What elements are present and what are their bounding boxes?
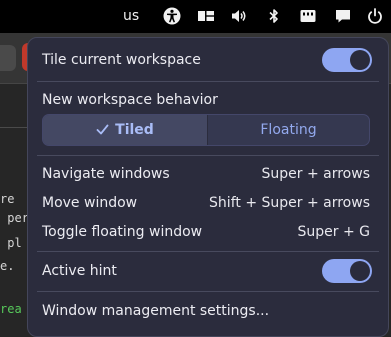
- tile-workspace-toggle[interactable]: [322, 48, 372, 72]
- new-workspace-behavior-heading: New workspace behavior: [42, 92, 218, 108]
- shortcut-row-move: Move window Shift + Super + arrows: [42, 192, 370, 214]
- keyboard-layout-indicator[interactable]: us: [123, 7, 139, 25]
- shortcut-row-toggle-floating: Toggle floating window Super + G: [42, 221, 370, 243]
- top-panel: us: [0, 0, 391, 33]
- accessibility-icon[interactable]: [163, 7, 181, 25]
- shortcut-keys: Shift + Super + arrows: [209, 195, 370, 211]
- settings-link-row[interactable]: Window management settings...: [42, 300, 370, 322]
- shortcut-label: Navigate windows: [42, 166, 170, 182]
- tile-workspace-row[interactable]: Tile current workspace: [42, 49, 370, 71]
- shortcut-label: Move window: [42, 195, 138, 211]
- bluetooth-icon[interactable]: [265, 7, 283, 25]
- network-icon[interactable]: [299, 7, 317, 25]
- background-code-line: pl: [0, 236, 22, 250]
- workspace-tiling-icon[interactable]: [197, 7, 215, 25]
- volume-icon[interactable]: [230, 7, 248, 25]
- background-code-line: e.: [0, 259, 15, 273]
- active-hint-row[interactable]: Active hint: [42, 260, 370, 282]
- window-management-settings-link[interactable]: Window management settings...: [42, 300, 269, 322]
- toggle-knob: [350, 261, 370, 281]
- tiled-option-label: Tiled: [115, 122, 154, 138]
- floating-option-button[interactable]: Floating: [208, 115, 369, 145]
- background-code-line: rea: [0, 302, 22, 316]
- window-management-menu: Tile current workspace New workspace beh…: [27, 37, 389, 337]
- menu-separator: [37, 291, 379, 292]
- background-code-line: re: [0, 192, 15, 206]
- checkmark-icon: [96, 116, 109, 145]
- shortcut-label: Toggle floating window: [42, 224, 203, 240]
- tile-workspace-label: Tile current workspace: [42, 52, 201, 68]
- workspace-behavior-selector: Tiled Floating: [42, 114, 370, 146]
- menu-separator: [37, 251, 379, 252]
- background-tab: [0, 45, 16, 71]
- tiled-option-button[interactable]: Tiled: [43, 115, 207, 145]
- shortcut-keys: Super + G: [297, 224, 371, 240]
- active-hint-toggle[interactable]: [322, 259, 372, 283]
- menu-separator: [37, 81, 379, 82]
- shortcut-row-navigate: Navigate windows Super + arrows: [42, 163, 370, 185]
- shortcut-keys: Super + arrows: [261, 166, 371, 182]
- background-divider: [0, 127, 30, 128]
- toggle-knob: [350, 50, 370, 70]
- new-workspace-heading-row: New workspace behavior: [42, 89, 370, 111]
- background-code-line: per: [0, 211, 29, 225]
- active-hint-label: Active hint: [42, 263, 117, 279]
- notifications-icon[interactable]: [334, 7, 352, 25]
- floating-option-label: Floating: [260, 122, 317, 138]
- menu-separator: [37, 155, 379, 156]
- power-icon[interactable]: [366, 7, 384, 25]
